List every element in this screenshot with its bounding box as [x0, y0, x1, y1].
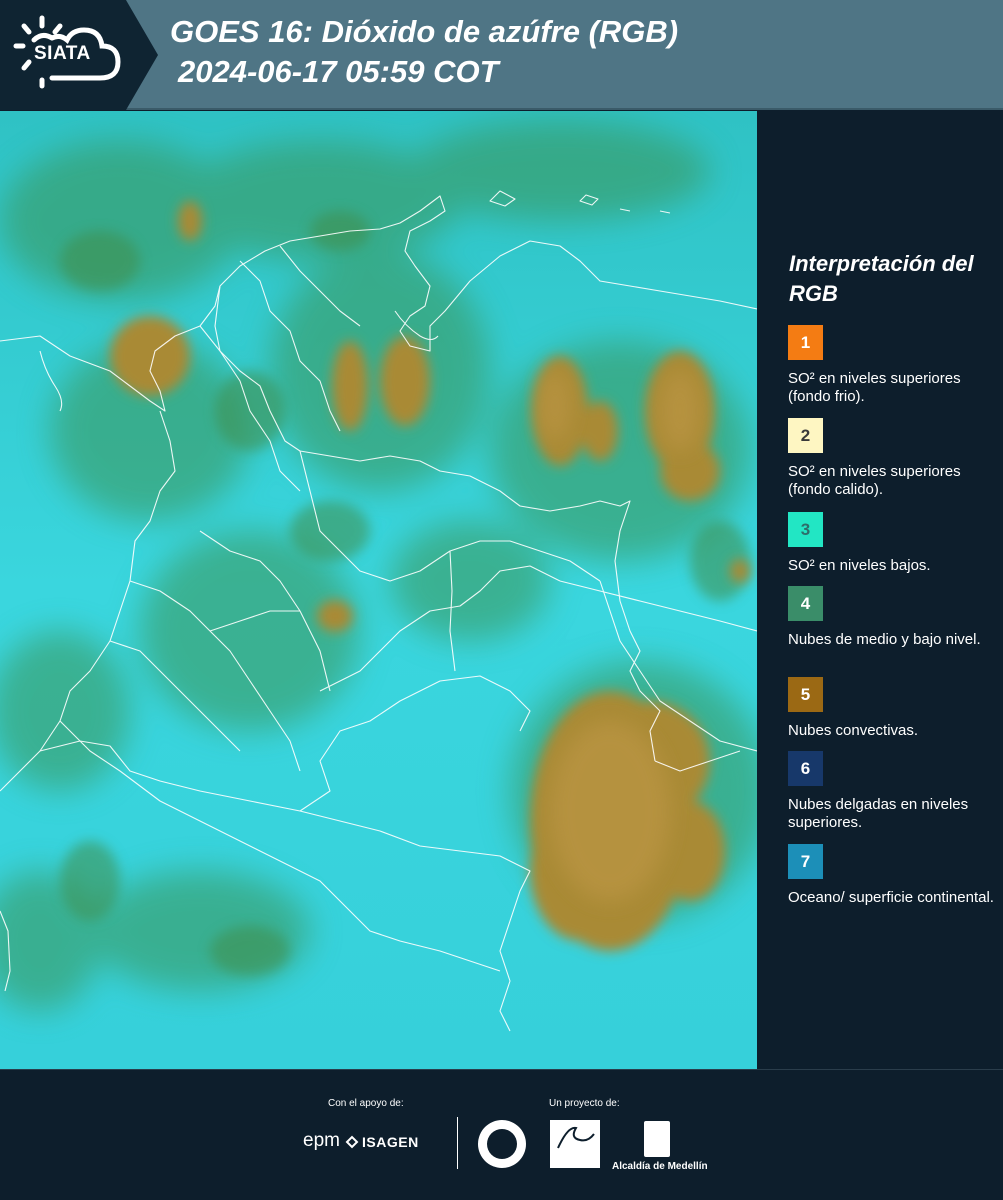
legend-swatch-3: 3: [788, 512, 823, 547]
epm-logo[interactable]: epm: [303, 1130, 340, 1152]
legend-label-4: Nubes de medio y bajo nivel.: [788, 631, 981, 648]
legend-panel: Interpretación del RGB 1 SO² en niveles …: [760, 111, 1003, 1069]
legend-item-4: 4 Nubes de medio y bajo nivel.: [788, 586, 998, 649]
footer: Con el apoyo de: Un proyecto de: epm ISA…: [0, 1069, 1003, 1200]
project-label: Un proyecto de:: [549, 1098, 620, 1109]
legend-item-3: 3 SO² en niveles bajos.: [788, 512, 998, 575]
legend-swatch-7: 7: [788, 844, 823, 879]
legend-label-2: SO² en niveles superiores (fondo calido)…: [788, 463, 961, 498]
legend-swatch-5: 5: [788, 677, 823, 712]
legend-swatch-6: 6: [788, 751, 823, 786]
legend-swatch-4: 4: [788, 586, 823, 621]
legend-swatch-2: 2: [788, 418, 823, 453]
footer-divider: [457, 1117, 458, 1169]
seal-icon: [487, 1129, 517, 1159]
area-metropolitana-logo[interactable]: [550, 1120, 600, 1168]
legend-label-7: Oceano/ superficie continental.: [788, 889, 994, 906]
satellite-map[interactable]: [0, 111, 757, 1069]
isagen-logo[interactable]: ISAGEN: [362, 1134, 419, 1150]
legend-item-6: 6 Nubes delgadas en niveles superiores.: [788, 751, 998, 832]
page-timestamp: 2024-06-17 05:59 COT: [178, 54, 499, 89]
legend-label-3: SO² en niveles bajos.: [788, 557, 931, 574]
satellite-image: [0, 111, 757, 1069]
support-label: Con el apoyo de:: [328, 1098, 404, 1109]
legend-title: Interpretación del RGB: [789, 251, 974, 306]
alcaldia-label[interactable]: Alcaldía de Medellín: [612, 1161, 708, 1172]
logo-text: SIATA: [34, 43, 91, 64]
legend-label-1: SO² en niveles superiores (fondo frio).: [788, 370, 961, 405]
legend-swatch-1: 1: [788, 325, 823, 360]
siata-logo[interactable]: SIATA: [0, 0, 158, 110]
legend-label-6: Nubes delgadas en niveles superiores.: [788, 796, 969, 831]
legend-item-2: 2 SO² en niveles superiores (fondo calid…: [788, 418, 998, 499]
legend-item-7: 7 Oceano/ superficie continental.: [788, 844, 998, 907]
medellin-seal-logo[interactable]: [478, 1120, 526, 1168]
page-title: GOES 16: Dióxido de azúfre (RGB): [170, 14, 679, 49]
alcaldia-crest-icon[interactable]: [644, 1121, 670, 1157]
isagen-icon: [345, 1135, 359, 1149]
header-bar: SIATA GOES 16: Dióxido de azúfre (RGB) 2…: [0, 0, 1003, 110]
legend-item-5: 5 Nubes convectivas.: [788, 677, 998, 740]
legend-item-1: 1 SO² en niveles superiores (fondo frio)…: [788, 325, 998, 406]
legend-label-5: Nubes convectivas.: [788, 722, 919, 739]
area-metropolitana-icon: [557, 1126, 595, 1149]
